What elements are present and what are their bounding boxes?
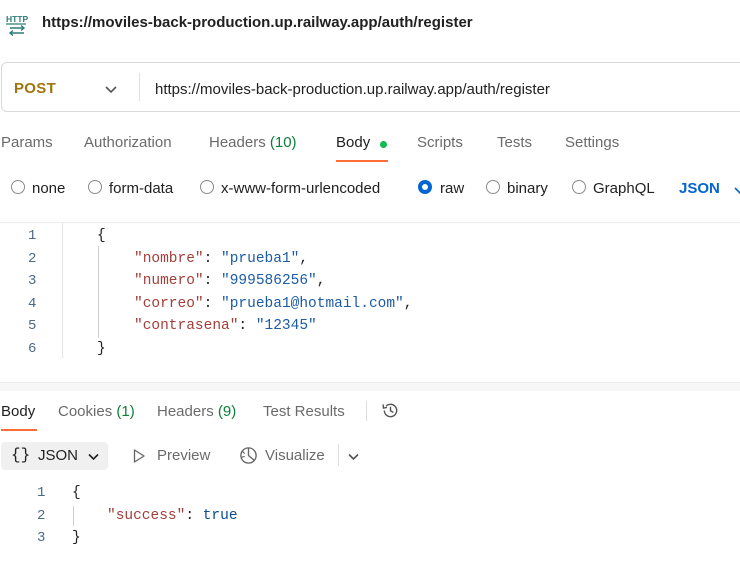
- open-brace: {: [97, 228, 106, 244]
- request-title: https://moviles-back-production.up.railw…: [42, 14, 473, 31]
- json-colon: :: [185, 508, 203, 524]
- close-brace: }: [97, 341, 106, 357]
- indent-guide: [73, 506, 74, 526]
- braces-icon: {}: [11, 446, 31, 464]
- radio-urlencoded[interactable]: [200, 180, 214, 194]
- open-brace: {: [72, 485, 81, 501]
- preview-button[interactable]: Preview: [157, 447, 210, 464]
- code-line: "nombre": "prueba1",: [134, 251, 308, 267]
- code-line: "contrasena": "12345": [134, 318, 317, 334]
- gutter-border: [62, 222, 63, 358]
- code-line: "numero": "999586256",: [134, 273, 325, 289]
- indent-guide: [98, 246, 99, 338]
- tab-settings[interactable]: Settings: [565, 134, 619, 151]
- line-number: 2: [28, 251, 37, 267]
- response-tab-test-results[interactable]: Test Results: [263, 403, 345, 420]
- json-colon: :: [203, 273, 222, 289]
- divider: [338, 444, 339, 466]
- radio-none-label[interactable]: none: [32, 180, 65, 197]
- chevron-down-icon[interactable]: [734, 184, 740, 196]
- code-line: "correo": "prueba1@hotmail.com",: [134, 296, 412, 312]
- tab-headers-label: Headers: [209, 134, 266, 151]
- json-colon: :: [238, 318, 256, 334]
- language-select[interactable]: JSON: [679, 180, 720, 197]
- tab-body[interactable]: Body: [336, 134, 370, 151]
- line-number: 5: [28, 318, 37, 334]
- json-value: true: [202, 508, 238, 524]
- tab-params[interactable]: Params: [1, 134, 53, 151]
- radio-raw[interactable]: [418, 180, 432, 194]
- radio-raw-label[interactable]: raw: [440, 180, 464, 197]
- divider: [0, 222, 740, 223]
- method-select[interactable]: POST: [14, 80, 56, 97]
- json-colon: :: [203, 296, 222, 312]
- json-key: "contrasena": [134, 318, 239, 334]
- svg-text:HTTP: HTTP: [6, 14, 29, 24]
- line-number: 1: [37, 485, 46, 501]
- json-key: "success": [107, 508, 186, 524]
- response-headers-label: Headers: [157, 403, 214, 420]
- json-key: "correo": [134, 296, 204, 312]
- json-comma: ,: [316, 273, 326, 289]
- radio-urlencoded-label[interactable]: x-www-form-urlencoded: [221, 180, 380, 197]
- tab-headers[interactable]: Headers (10): [209, 134, 297, 151]
- response-tab-body[interactable]: Body: [1, 403, 35, 420]
- line-number: 3: [28, 273, 37, 289]
- json-value: "prueba1": [221, 251, 300, 267]
- history-icon[interactable]: [381, 401, 400, 420]
- radio-binary[interactable]: [486, 180, 500, 194]
- line-number: 4: [28, 296, 37, 312]
- close-brace: }: [72, 530, 81, 546]
- line-number: 2: [37, 508, 46, 524]
- response-tab-headers[interactable]: Headers (9): [157, 403, 236, 420]
- response-headers-count: (9): [217, 403, 237, 420]
- json-value: "12345": [255, 318, 317, 334]
- tab-scripts[interactable]: Scripts: [417, 134, 463, 151]
- divider: [139, 73, 140, 101]
- active-tab-underline: [336, 160, 388, 162]
- response-format-label[interactable]: JSON: [38, 447, 78, 464]
- json-colon: :: [203, 251, 222, 267]
- http-file-icon: HTTP: [6, 14, 29, 36]
- cookies-label: Cookies: [58, 403, 113, 420]
- visualize-icon[interactable]: [238, 445, 259, 466]
- active-tab-underline: [1, 429, 37, 431]
- body-modified-dot: [380, 141, 387, 148]
- line-number: 1: [28, 228, 37, 244]
- tab-authorization[interactable]: Authorization: [84, 134, 172, 151]
- code-line: "success": true: [107, 508, 238, 524]
- json-comma: ,: [403, 296, 413, 312]
- json-key: "nombre": [134, 251, 204, 267]
- radio-form-data[interactable]: [88, 180, 102, 194]
- headers-count: (10): [269, 134, 297, 151]
- play-icon[interactable]: [131, 448, 147, 464]
- chevron-down-icon[interactable]: [104, 82, 118, 96]
- json-value: "prueba1@hotmail.com": [221, 296, 404, 312]
- response-tab-cookies[interactable]: Cookies (1): [58, 403, 135, 420]
- line-number: 6: [28, 341, 37, 357]
- radio-form-data-label[interactable]: form-data: [109, 180, 173, 197]
- tab-tests[interactable]: Tests: [497, 134, 532, 151]
- cookies-count: (1): [116, 403, 135, 420]
- radio-graphql[interactable]: [572, 180, 586, 194]
- radio-binary-label[interactable]: binary: [507, 180, 548, 197]
- url-input[interactable]: [155, 78, 715, 100]
- chevron-down-icon[interactable]: [87, 450, 100, 463]
- radio-graphql-label[interactable]: GraphQL: [593, 180, 655, 197]
- divider: [366, 401, 367, 421]
- line-number: 3: [37, 530, 46, 546]
- chevron-down-icon[interactable]: [347, 450, 360, 463]
- json-key: "numero": [134, 273, 204, 289]
- radio-none[interactable]: [11, 180, 25, 194]
- visualize-button[interactable]: Visualize: [265, 447, 325, 464]
- json-value: "999586256": [221, 273, 317, 289]
- pane-divider[interactable]: [0, 382, 740, 391]
- json-comma: ,: [299, 251, 309, 267]
